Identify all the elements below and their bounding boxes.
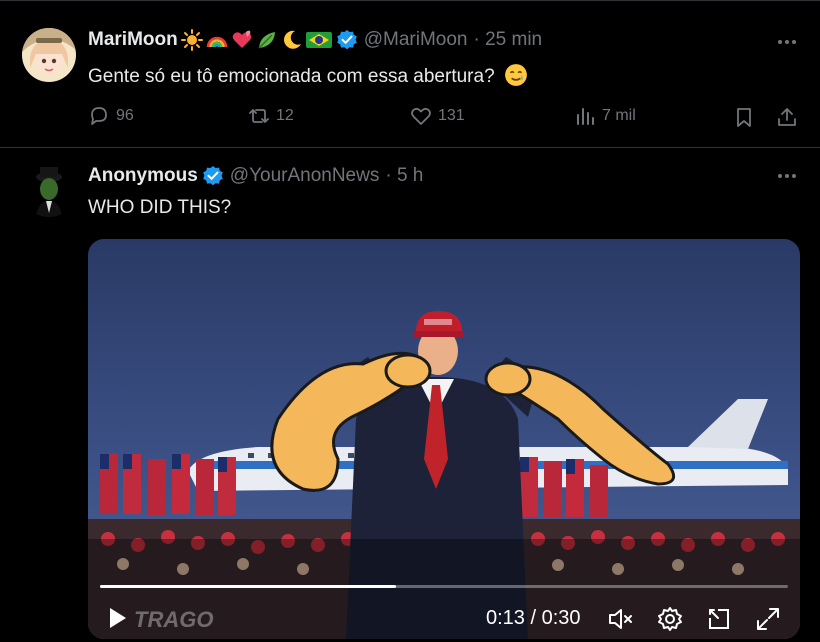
video-watermark: TRAGO [134,607,214,632]
fullscreen-icon[interactable] [755,606,781,632]
retweet-icon [249,109,269,123]
tweet-actions: 96 12 131 7 mil [88,105,800,129]
retweet-count: 12 [276,107,294,124]
reply-icon [91,107,107,125]
rainbow-emoji-icon [206,36,227,48]
bookmark-icon[interactable] [733,106,755,128]
video-time: 0:13 / 0:30 [486,607,581,629]
avatar-marimoon[interactable] [22,28,76,82]
progress-track[interactable] [100,585,788,588]
tweet-timestamp[interactable]: · 5 h [385,165,423,187]
verified-badge-icon[interactable] [336,29,358,51]
progress-fill [100,585,396,588]
reply-action[interactable]: 96 [88,105,134,127]
like-action[interactable]: 131 [410,105,465,127]
share-icon[interactable] [776,106,798,128]
author-name[interactable]: MariMoon [88,29,178,51]
author-handle[interactable]: @MariMoon [364,29,468,51]
more-icon[interactable] [776,165,798,187]
views-icon [577,108,594,125]
tweet-anonymous[interactable]: Anonymous @YourAnonNews · 5 h WHO DID TH… [0,147,820,642]
author-handle[interactable]: @YourAnonNews [230,165,380,187]
heart-emoji-icon [232,30,252,48]
moon-emoji-icon [283,30,301,49]
views-action[interactable]: 7 mil [574,105,636,127]
like-icon [411,107,431,125]
tweet-text: Gente só eu tô emocionada com essa abert… [88,66,495,87]
retweet-action[interactable]: 12 [248,105,294,127]
avatar-anonymous[interactable] [22,163,76,217]
tweet-text-wrap: Gente só eu tô emocionada com essa abert… [88,63,528,88]
play-icon[interactable] [104,605,130,631]
tweet-text: WHO DID THIS? [88,197,232,218]
smiling-tear-emoji-icon [505,64,527,86]
author-name[interactable]: Anonymous [88,165,198,187]
video-controls: TRAGO 0:13 / 0:30 [88,549,800,639]
reply-count: 96 [116,107,134,124]
tweet-marimoon[interactable]: MariMoon @MariMoon · 25 min Gente só eu … [0,0,820,148]
verified-badge-icon[interactable] [202,165,224,187]
like-count: 131 [438,107,465,124]
settings-icon[interactable] [657,606,683,632]
sun-emoji-icon [180,29,203,51]
video-player[interactable]: TRAGO 0:13 / 0:30 [88,239,800,639]
leaf-emoji-icon [258,32,275,49]
brazil-flag-emoji-icon [305,32,332,48]
views-count: 7 mil [602,107,636,124]
picture-in-picture-icon[interactable] [706,606,732,632]
tweet-timestamp[interactable]: · 25 min [473,29,542,51]
mute-icon[interactable] [607,606,633,632]
more-icon[interactable] [776,31,798,53]
